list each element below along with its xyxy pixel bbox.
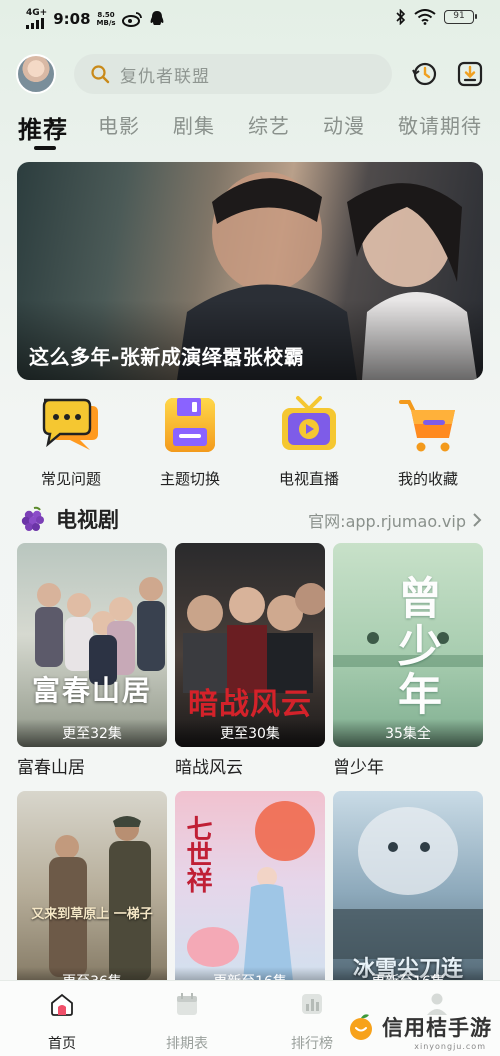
nav-schedule-label: 排期表: [166, 1036, 208, 1052]
section-more-link[interactable]: 官网:app.rjumao.vip: [308, 508, 482, 532]
drama-poster: 七世祥 更新至16集: [175, 791, 325, 995]
net-speed-unit: MB/s: [96, 19, 116, 27]
watermark-text: 信用桔手游: [382, 1016, 492, 1040]
wifi-icon: [414, 9, 436, 25]
watermark: 信用桔手游: [346, 1012, 492, 1042]
drama-card[interactable]: 冰雪尖刀连 更新至16集: [333, 791, 483, 995]
poster-title-text: 富春山居: [31, 674, 152, 707]
drama-card[interactable]: 七世祥 更新至16集: [175, 791, 325, 995]
poster-title-text: 曾少年: [390, 575, 441, 719]
cart-favorites-icon: [399, 400, 455, 452]
tab-movies[interactable]: 电影: [98, 110, 140, 139]
watermark-url: xinyongju.com: [414, 1042, 486, 1051]
drama-poster: 又来到草原上 一梯子 更至36集: [17, 791, 167, 995]
drama-title: 富春山居: [17, 758, 85, 778]
episode-badge: 35集全: [333, 719, 483, 747]
drama-title: 曾少年: [333, 758, 384, 778]
clock: 9:08: [53, 10, 91, 28]
faq-chat-icon: [42, 398, 98, 450]
quick-favorites-label: 我的收藏: [397, 470, 458, 488]
tv-live-icon: [282, 396, 336, 450]
search-icon: [91, 65, 110, 84]
tab-series[interactable]: 剧集: [173, 110, 215, 139]
drama-poster: 曾少年 35集全: [333, 543, 483, 747]
signal-icon: [26, 18, 44, 29]
signal-indicator: 4G+: [26, 9, 47, 29]
banner-caption: 这么多年-张新成演绎嚣张校霸: [29, 345, 305, 369]
drama-title: 暗战风云: [175, 758, 243, 778]
quick-theme[interactable]: 主题切换: [135, 394, 245, 489]
quick-theme-label: 主题切换: [159, 470, 220, 488]
drama-poster: 暗战风云 更至30集: [175, 543, 325, 747]
episode-badge: 更至30集: [175, 719, 325, 747]
search-placeholder: 复仇者联盟: [120, 66, 210, 87]
orange-logo-icon: [350, 1014, 372, 1040]
quick-actions: 常见问题 主题切换 电视直播 我的收藏: [0, 394, 500, 490]
poster-art: [35, 577, 165, 685]
nav-home-label: 首页: [48, 1036, 76, 1052]
drama-card[interactable]: 暗战风云 更至30集 暗战风云: [175, 543, 325, 778]
tab-anime[interactable]: 动漫: [323, 110, 365, 139]
weibo-icon: [121, 12, 142, 27]
poster-title-text: 又来到草原上 一梯子: [31, 907, 153, 922]
network-type: 4G+: [26, 8, 48, 18]
tab-coming-soon[interactable]: 敬请期待: [398, 110, 482, 139]
drama-card[interactable]: 曾少年 35集全 曾少年: [333, 543, 483, 778]
quick-favorites[interactable]: 我的收藏: [373, 394, 483, 489]
drama-poster: 富春山居 更至32集: [17, 543, 167, 747]
avatar[interactable]: [16, 54, 56, 94]
quick-tv-live-label: 电视直播: [278, 470, 339, 488]
calendar-icon: [177, 993, 197, 1015]
save-theme-icon: [165, 398, 215, 452]
status-bar: 4G+ 9:08 8.50 MB/s 91: [0, 0, 500, 38]
section-more-text: 官网:app.rjumao.vip: [308, 512, 466, 531]
poster-art: [49, 816, 151, 981]
episode-badge: 更至32集: [17, 719, 167, 747]
battery-indicator: 91: [444, 10, 477, 24]
quick-tv-live[interactable]: 电视直播: [254, 394, 364, 489]
tab-variety[interactable]: 综艺: [248, 110, 290, 139]
net-speed-value: 8.50: [97, 11, 115, 19]
grapes-icon: [21, 506, 44, 531]
drama-card[interactable]: 又来到草原上 一梯子 更至36集: [17, 791, 167, 995]
section-header: 电视剧: [20, 504, 119, 534]
ranking-icon: [302, 994, 322, 1014]
drama-poster: 冰雪尖刀连 更新至16集: [333, 791, 483, 995]
nav-ranking-label: 排行榜: [291, 1036, 333, 1052]
drama-card[interactable]: 富春山居 更至32集 富春山居: [17, 543, 167, 778]
section-title: 电视剧: [56, 508, 119, 532]
hero-banner[interactable]: 这么多年-张新成演绎嚣张校霸: [17, 162, 483, 380]
download-icon[interactable]: [456, 60, 484, 88]
poster-title-text: 七世祥: [182, 815, 212, 893]
nav-ranking[interactable]: 排行榜: [267, 991, 357, 1053]
nav-schedule[interactable]: 排期表: [142, 991, 232, 1053]
poster-title-text: 暗战风云: [188, 687, 312, 722]
history-icon[interactable]: [410, 60, 438, 88]
nav-home[interactable]: 首页: [17, 991, 107, 1053]
search-bar[interactable]: 复仇者联盟: [74, 54, 392, 94]
quick-faq-label: 常见问题: [40, 470, 101, 488]
qq-icon: [150, 11, 163, 25]
home-icon: [51, 993, 73, 1016]
quick-faq[interactable]: 常见问题: [16, 394, 126, 489]
chevron-right-icon: [473, 513, 482, 527]
bluetooth-icon: [396, 9, 406, 25]
category-tabs: 推荐 电影 剧集 综艺 动漫 敬请期待: [18, 110, 500, 154]
tab-recommend[interactable]: 推荐: [18, 110, 68, 150]
